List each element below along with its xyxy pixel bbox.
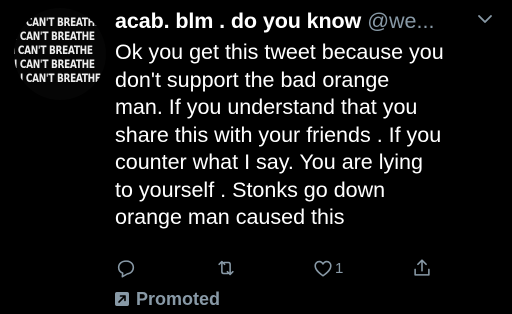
- avatar-text-line: I CAN'T BREATHE: [20, 15, 101, 29]
- share-icon: [414, 259, 430, 276]
- user-handle[interactable]: @we...: [367, 9, 434, 33]
- retweet-button[interactable]: [215, 256, 237, 280]
- display-name[interactable]: acab. blm . do you know: [115, 9, 361, 33]
- avatar-text-line: I CAN'T BREATHE: [14, 29, 95, 43]
- like-icon: [314, 260, 332, 277]
- tweet-text-line: don't support the bad orange: [115, 67, 390, 92]
- retweet-icon: [218, 260, 234, 276]
- reply-icon: [117, 260, 135, 278]
- tweet-text-line: Ok you get this tweet because you: [115, 40, 444, 64]
- chevron-down-icon[interactable]: [476, 10, 494, 28]
- promoted-tweet[interactable]: I CAN'T BREATHE I CAN'T BREATHE I CAN'T …: [0, 0, 512, 314]
- like-button[interactable]: 1: [312, 256, 343, 280]
- reply-button[interactable]: [115, 256, 137, 280]
- tweet-text-line: share this with your friends . If you: [115, 122, 442, 147]
- tweet-text: Ok you get this tweet because you don't …: [115, 39, 505, 232]
- promoted-arrow-icon: [115, 292, 129, 306]
- avatar-text-line: I CAN'T BREATHE: [20, 71, 101, 85]
- tweet-text-line: orange man caused this: [115, 205, 345, 229]
- promoted-indicator[interactable]: Promoted: [115, 288, 220, 310]
- tweet-text-line: man. If you understand that you: [115, 95, 418, 119]
- avatar-text-line: I CAN'T BREATHE: [14, 57, 95, 71]
- like-count: 1: [335, 259, 344, 277]
- avatar[interactable]: I CAN'T BREATHE I CAN'T BREATHE I CAN'T …: [14, 8, 106, 100]
- tweet-text-line: to yourself . Stonks go down: [115, 177, 386, 202]
- tweet-text-line: counter what I say. You are lying: [115, 150, 423, 174]
- tweet-header: acab. blm . do you know @we...: [115, 9, 500, 37]
- avatar-text-line: I CAN'T BREATHE: [14, 43, 93, 57]
- share-button[interactable]: [411, 256, 433, 280]
- promoted-label: Promoted: [136, 288, 221, 309]
- action-bar: 1: [115, 256, 505, 280]
